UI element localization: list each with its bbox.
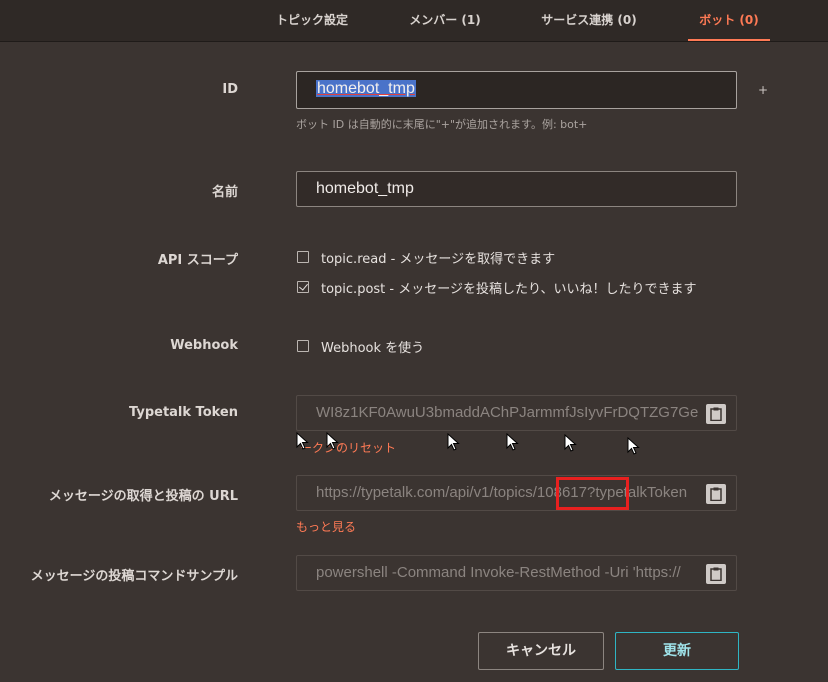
webhook-text: Webhook を使う xyxy=(321,340,425,356)
token-reset-link[interactable]: ークンのリセット xyxy=(300,439,396,456)
token-label: Typetalk Token xyxy=(129,405,238,420)
name-label: 名前 xyxy=(211,185,238,200)
webhook-checkbox[interactable] xyxy=(297,340,309,352)
cursor-icon xyxy=(627,437,640,455)
webhook-label: Webhook xyxy=(170,338,238,353)
tab-topic-settings[interactable]: トピック設定 xyxy=(262,0,362,41)
tab-bar: トピック設定 メンバー (1) サービス連携 (0) ボット (0) xyxy=(0,0,828,42)
url-field[interactable]: https://typetalk.com/api/v1/topics/10861… xyxy=(296,475,737,511)
tab-integrations[interactable]: サービス連携 (0) xyxy=(530,0,648,41)
api-scope-label: API スコープ xyxy=(157,253,238,268)
token-value: WI8z1KF0AwuU3bmaddAChPJarmmfJsIyvFrDQTZG… xyxy=(316,404,699,421)
scope-post-text: topic.post - メッセージを投稿したり、いいね！したりできます xyxy=(321,281,697,297)
topic-id-highlight xyxy=(556,477,629,510)
scope-read-checkbox[interactable] xyxy=(297,251,309,263)
id-suffix: + xyxy=(758,83,769,97)
command-value: powershell -Command Invoke-RestMethod -U… xyxy=(316,564,681,581)
cursor-icon xyxy=(447,433,460,451)
url-copy-button[interactable] xyxy=(706,484,726,504)
cursor-icon xyxy=(564,434,577,452)
url-label: メッセージの取得と投稿の URL xyxy=(48,489,238,504)
cursor-icon xyxy=(506,433,519,451)
scope-post-option[interactable]: topic.post - メッセージを投稿したり、いいね！したりできます xyxy=(297,278,697,297)
token-copy-button[interactable] xyxy=(706,404,726,424)
tab-members[interactable]: メンバー (1) xyxy=(395,0,495,41)
update-button[interactable]: 更新 xyxy=(615,632,739,670)
clipboard-icon xyxy=(710,487,722,501)
scope-post-checkbox[interactable] xyxy=(297,281,309,293)
command-field[interactable]: powershell -Command Invoke-RestMethod -U… xyxy=(296,555,737,591)
command-copy-button[interactable] xyxy=(706,564,726,584)
scope-read-text: topic.read - メッセージを取得できます xyxy=(321,251,556,267)
name-input[interactable]: homebot_tmp xyxy=(296,171,737,207)
tab-bots[interactable]: ボット (0) xyxy=(688,0,770,41)
cursor-icon xyxy=(296,432,309,450)
url-value: https://typetalk.com/api/v1/topics/10861… xyxy=(316,484,688,501)
clipboard-icon xyxy=(710,567,722,581)
clipboard-icon xyxy=(710,407,722,421)
cancel-button[interactable]: キャンセル xyxy=(478,632,604,670)
token-field[interactable]: WI8z1KF0AwuU3bmaddAChPJarmmfJsIyvFrDQTZG… xyxy=(296,395,737,431)
id-hint: ボット ID は自動的に末尾に"+"が追加されます。例: bot+ xyxy=(296,118,588,131)
cursor-icon xyxy=(326,432,339,450)
id-input[interactable]: homebot_tmp xyxy=(296,71,737,109)
id-label: ID xyxy=(222,82,238,97)
command-label: メッセージの投稿コマンドサンプル xyxy=(30,569,238,584)
scope-read-option[interactable]: topic.read - メッセージを取得できます xyxy=(297,248,556,267)
id-input-value: homebot_tmp xyxy=(316,80,416,97)
webhook-option[interactable]: Webhook を使う xyxy=(297,337,425,356)
url-more-link[interactable]: もっと見る xyxy=(296,518,356,535)
